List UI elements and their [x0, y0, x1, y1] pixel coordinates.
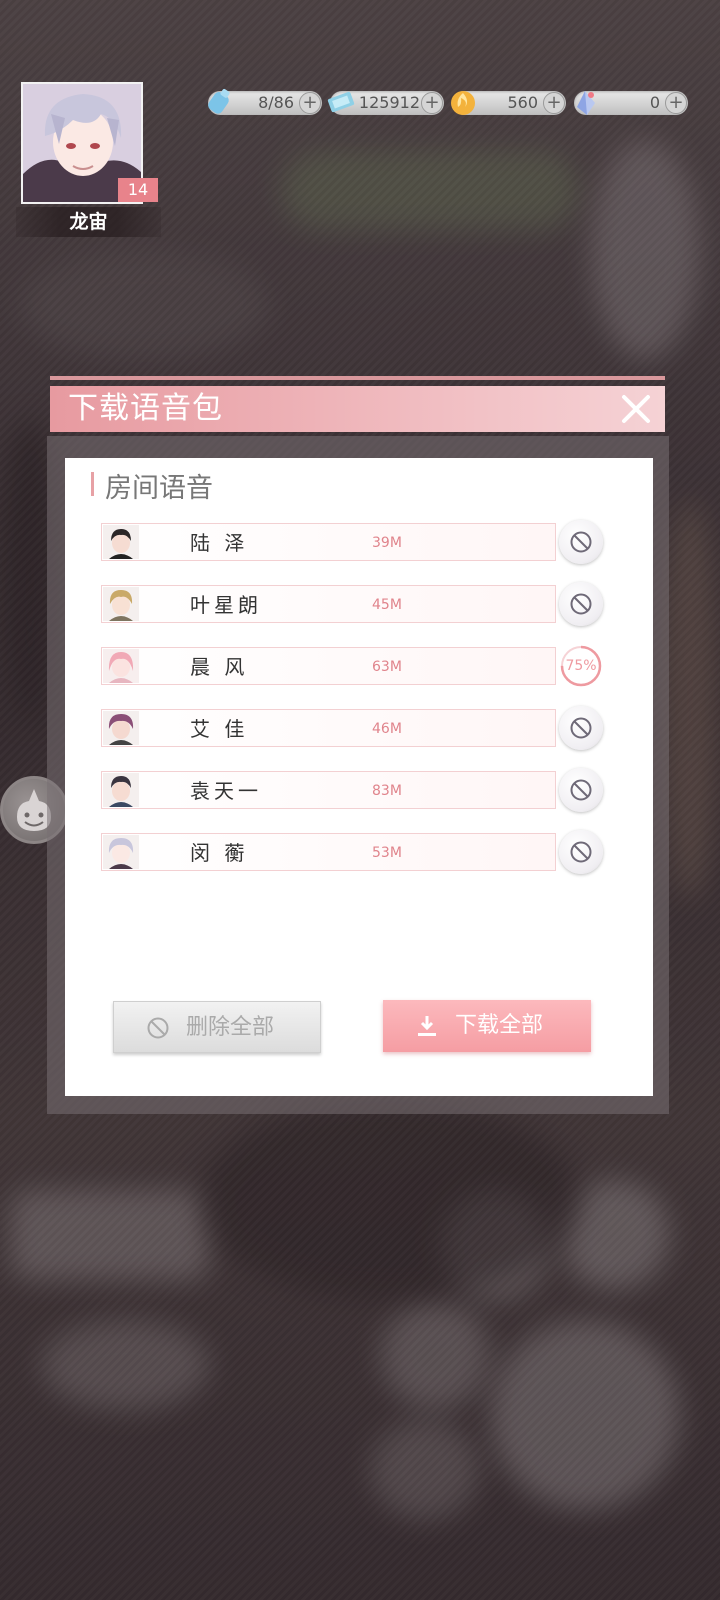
- download-all-button[interactable]: 下载全部: [383, 1000, 591, 1052]
- character-avatar: [103, 587, 139, 621]
- delete-all-label: 删除全部: [186, 1015, 275, 1040]
- pack-size: 46M: [372, 721, 402, 737]
- character-name: 艾 佳: [190, 717, 249, 741]
- character-name: 叶星朗: [190, 593, 262, 617]
- resource-coin-value: 560: [507, 93, 538, 112]
- resource-crystal-value: 0: [649, 93, 660, 112]
- player-name: 龙宙: [16, 207, 161, 237]
- character-name: 陆 泽: [190, 531, 249, 555]
- character-avatar: [103, 649, 139, 683]
- close-icon[interactable]: [619, 392, 653, 426]
- section-marker: [91, 472, 94, 496]
- download-pack-button[interactable]: [559, 520, 603, 564]
- voice-pack-row: 叶星朗 45M: [101, 585, 556, 623]
- character-name: 闵 蘅: [190, 841, 249, 865]
- dialog-title: 下载语音包: [68, 391, 223, 426]
- pack-size: 45M: [372, 597, 402, 613]
- not-downloaded-icon: [570, 841, 592, 863]
- resource-stamina[interactable]: 8/86 +: [208, 89, 322, 115]
- prohibited-icon: [147, 1017, 169, 1039]
- ticket-icon: [327, 91, 355, 113]
- section-title: 房间语音: [105, 473, 213, 504]
- add-crystal-button[interactable]: +: [665, 92, 687, 114]
- download-pack-button[interactable]: [559, 706, 603, 750]
- resource-ticket-value: 125912: [358, 93, 420, 112]
- voice-pack-row: 陆 泽 39M: [101, 523, 556, 561]
- voice-pack-row: 艾 佳 46M: [101, 709, 556, 747]
- add-stamina-button[interactable]: +: [299, 92, 321, 114]
- resource-coin[interactable]: 560 +: [451, 91, 566, 115]
- character-name: 袁天一: [190, 779, 262, 803]
- dialog-header: 下载语音包: [50, 386, 665, 432]
- resource-crystal[interactable]: 0 +: [574, 91, 688, 115]
- flame-coin-icon: [451, 91, 475, 115]
- not-downloaded-icon: [570, 593, 592, 615]
- pack-size: 53M: [372, 845, 402, 861]
- not-downloaded-icon: [570, 779, 592, 801]
- dialog-top-line: [50, 376, 665, 380]
- pack-size: 83M: [372, 783, 402, 799]
- character-avatar: [103, 773, 139, 807]
- player-level-badge: 14: [118, 178, 158, 202]
- voice-pack-row: 闵 蘅 53M: [101, 833, 556, 871]
- delete-all-button[interactable]: 删除全部: [113, 1001, 321, 1053]
- download-pack-button[interactable]: [559, 830, 603, 874]
- resource-ticket[interactable]: 125912 +: [327, 91, 444, 115]
- download-all-label: 下载全部: [455, 1013, 544, 1038]
- download-pack-button[interactable]: [559, 768, 603, 812]
- character-avatar: [103, 711, 139, 745]
- crystal-icon: [577, 91, 595, 115]
- download-progress-text: 75%: [565, 658, 597, 674]
- add-ticket-button[interactable]: +: [421, 92, 443, 114]
- character-avatar: [103, 835, 139, 869]
- resource-stamina-value: 8/86: [258, 93, 294, 112]
- download-icon: [418, 1016, 436, 1036]
- not-downloaded-icon: [570, 531, 592, 553]
- download-progress-ring[interactable]: 75%: [559, 644, 603, 688]
- character-name: 晨 风: [190, 655, 249, 679]
- pack-size: 39M: [372, 535, 402, 551]
- not-downloaded-icon: [570, 717, 592, 739]
- bottle-icon: [208, 89, 230, 114]
- character-avatar: [103, 525, 139, 559]
- pack-size: 63M: [372, 659, 402, 675]
- voice-pack-row: 袁天一 83M: [101, 771, 556, 809]
- add-coin-button[interactable]: +: [543, 92, 565, 114]
- dialog-body: 房间语音 陆 泽 39M 叶星朗 45M 晨 风 63M 75% 艾 佳 46M…: [65, 458, 653, 1096]
- download-pack-button[interactable]: [559, 582, 603, 626]
- voice-pack-row: 晨 风 63M: [101, 647, 556, 685]
